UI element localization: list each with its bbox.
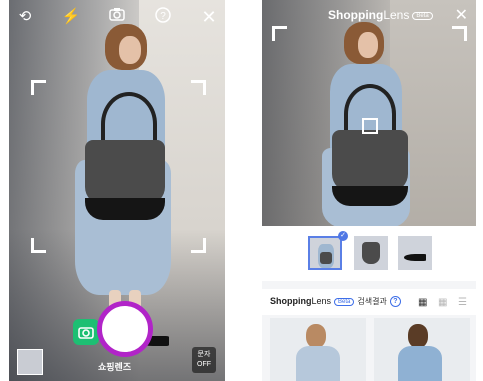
shutter-button[interactable] (97, 301, 153, 357)
result-card[interactable] (270, 318, 366, 381)
detected-items-row: ✓ (262, 226, 476, 281)
gallery-thumbnail[interactable] (17, 349, 43, 375)
text-toggle-line1: 문자 (197, 351, 211, 358)
bag-base (85, 198, 165, 220)
shutter-label: 쇼핑렌즈 (98, 362, 132, 372)
figure-face (358, 32, 378, 58)
scan-corner-top-left (272, 26, 287, 41)
svg-text:?: ? (160, 11, 166, 22)
flash-icon[interactable]: ⚡ (61, 7, 81, 27)
results-brand-suffix: Lens (311, 296, 332, 306)
grid-large-view-icon[interactable]: ▦ (418, 297, 427, 308)
logo-suffix: Lens (383, 8, 410, 22)
figure-face (119, 36, 141, 64)
text-toggle-line2: OFF (197, 361, 211, 368)
shopping-lens-screen: ShoppingLens Beta ✕ ✓ ShoppingLens Beta 검색결… (262, 0, 476, 381)
results-label: 검색결과 (357, 297, 387, 306)
results-beta-badge: Beta (334, 297, 355, 306)
grid-small-view-icon[interactable]: ▦ (438, 297, 447, 308)
bag (332, 130, 408, 192)
camera-switch-icon[interactable] (107, 7, 127, 27)
detected-item-thumbnail[interactable] (354, 236, 388, 270)
lens-header: ShoppingLens Beta ✕ (262, 3, 476, 27)
scan-corner-top-left (31, 80, 46, 95)
beta-badge: Beta (412, 11, 433, 20)
camera-mode-button[interactable] (73, 319, 99, 345)
detected-object-marker[interactable] (362, 118, 378, 134)
help-icon[interactable]: ? (389, 296, 401, 308)
scan-corner-top-right (191, 80, 206, 95)
help-icon[interactable]: ? (153, 7, 173, 27)
scan-corner-bottom-right (191, 238, 206, 253)
selected-check-icon: ✓ (338, 231, 348, 241)
results-title: ShoppingLens Beta 검색결과? (270, 296, 401, 308)
refresh-icon[interactable]: ⟲ (15, 7, 35, 27)
detected-item-thumbnail[interactable] (398, 236, 432, 270)
logo-brand: Shopping (328, 8, 384, 22)
results-header: ShoppingLens Beta 검색결과? ▦ ▦ ☰ (262, 289, 476, 315)
close-icon[interactable]: ✕ (455, 5, 468, 25)
scan-corner-top-right (452, 26, 467, 41)
result-card[interactable] (374, 318, 470, 381)
bag-base (332, 186, 408, 206)
camera-screen: ⟲ ⚡ ? ✕ 쇼핑렌즈 문자 OFF (9, 0, 225, 381)
lens-preview (262, 0, 476, 226)
detected-item-thumbnail[interactable] (308, 236, 342, 270)
close-icon[interactable]: ✕ (199, 7, 219, 27)
list-view-icon[interactable]: ☰ (458, 297, 467, 308)
scan-corner-bottom-left (31, 238, 46, 253)
shopping-lens-logo: ShoppingLens Beta (328, 8, 433, 22)
text-recognition-toggle[interactable]: 문자 OFF (192, 347, 216, 373)
results-brand: Shopping (270, 296, 312, 306)
bag (85, 140, 165, 205)
